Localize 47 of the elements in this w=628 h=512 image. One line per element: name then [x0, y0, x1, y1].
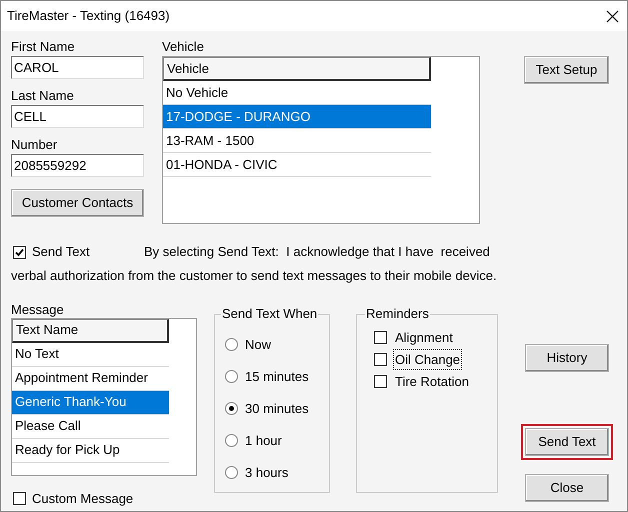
radio-button[interactable] — [225, 402, 238, 415]
radio-button[interactable] — [225, 370, 238, 383]
text-setup-button[interactable]: Text Setup — [524, 56, 609, 84]
list-row[interactable]: Please Call — [12, 414, 169, 438]
radio-button[interactable] — [225, 338, 238, 351]
list-row[interactable]: Generic Thank-You — [12, 390, 169, 414]
column-header[interactable]: Text Name — [12, 318, 169, 342]
field-label: Number — [11, 137, 58, 152]
radio-button[interactable] — [225, 434, 238, 447]
checkbox[interactable] — [374, 375, 387, 388]
notice-text: By selecting Send Text: I acknowledge that I have received — [144, 243, 490, 262]
text-field[interactable]: CAROL — [11, 56, 144, 79]
field-label: Vehicle — [162, 39, 205, 54]
checkbox[interactable] — [13, 492, 26, 505]
dialog-button[interactable]: Close — [525, 474, 609, 502]
group-title: Send Text When — [221, 306, 318, 322]
checkbox-label[interactable]: Send Text — [32, 242, 132, 262]
notice-text: verbal authorization from the customer to send text messages to their mobile device. — [11, 268, 497, 283]
checkbox-label[interactable]: Alignment — [393, 326, 455, 348]
window-title: TireMaster - Texting (16493) — [7, 7, 170, 26]
group-title: Reminders — [365, 306, 430, 322]
customer-contacts-button[interactable]: Customer Contacts — [11, 189, 144, 217]
radio-label[interactable]: 3 hours — [245, 462, 288, 482]
checkbox-label[interactable]: Custom Message — [32, 488, 134, 508]
list-row[interactable]: Ready for Pick Up — [12, 438, 169, 462]
checkbox-label[interactable]: Tire Rotation — [393, 370, 471, 392]
checkbox-label[interactable]: Oil Change — [393, 348, 462, 370]
checkbox[interactable] — [374, 331, 387, 344]
field-label: Last Name — [11, 88, 75, 103]
dialog-button[interactable]: Send Text — [525, 428, 609, 456]
list-row[interactable]: Appointment Reminder — [12, 366, 169, 390]
radio-label[interactable]: 15 minutes — [245, 366, 309, 386]
column-header[interactable]: Vehicle — [163, 57, 431, 81]
dialog-button[interactable]: History — [525, 344, 609, 372]
radio-label[interactable]: 1 hour — [245, 430, 282, 450]
text-field[interactable]: 2085559292 — [11, 154, 144, 177]
radio-label[interactable]: Now — [245, 334, 272, 354]
radio-label[interactable]: 30 minutes — [245, 398, 309, 418]
close-icon[interactable] — [606, 10, 619, 22]
field-label: Message — [11, 302, 65, 316]
checkbox[interactable] — [13, 246, 26, 258]
checkbox[interactable] — [374, 353, 387, 366]
field-label: First Name — [11, 39, 76, 54]
radio-button[interactable] — [225, 466, 238, 479]
text-field[interactable]: CELL — [11, 105, 144, 128]
list-row[interactable]: 17-DODGE - DURANGO — [163, 105, 431, 129]
list-row[interactable]: No Text — [12, 342, 169, 366]
